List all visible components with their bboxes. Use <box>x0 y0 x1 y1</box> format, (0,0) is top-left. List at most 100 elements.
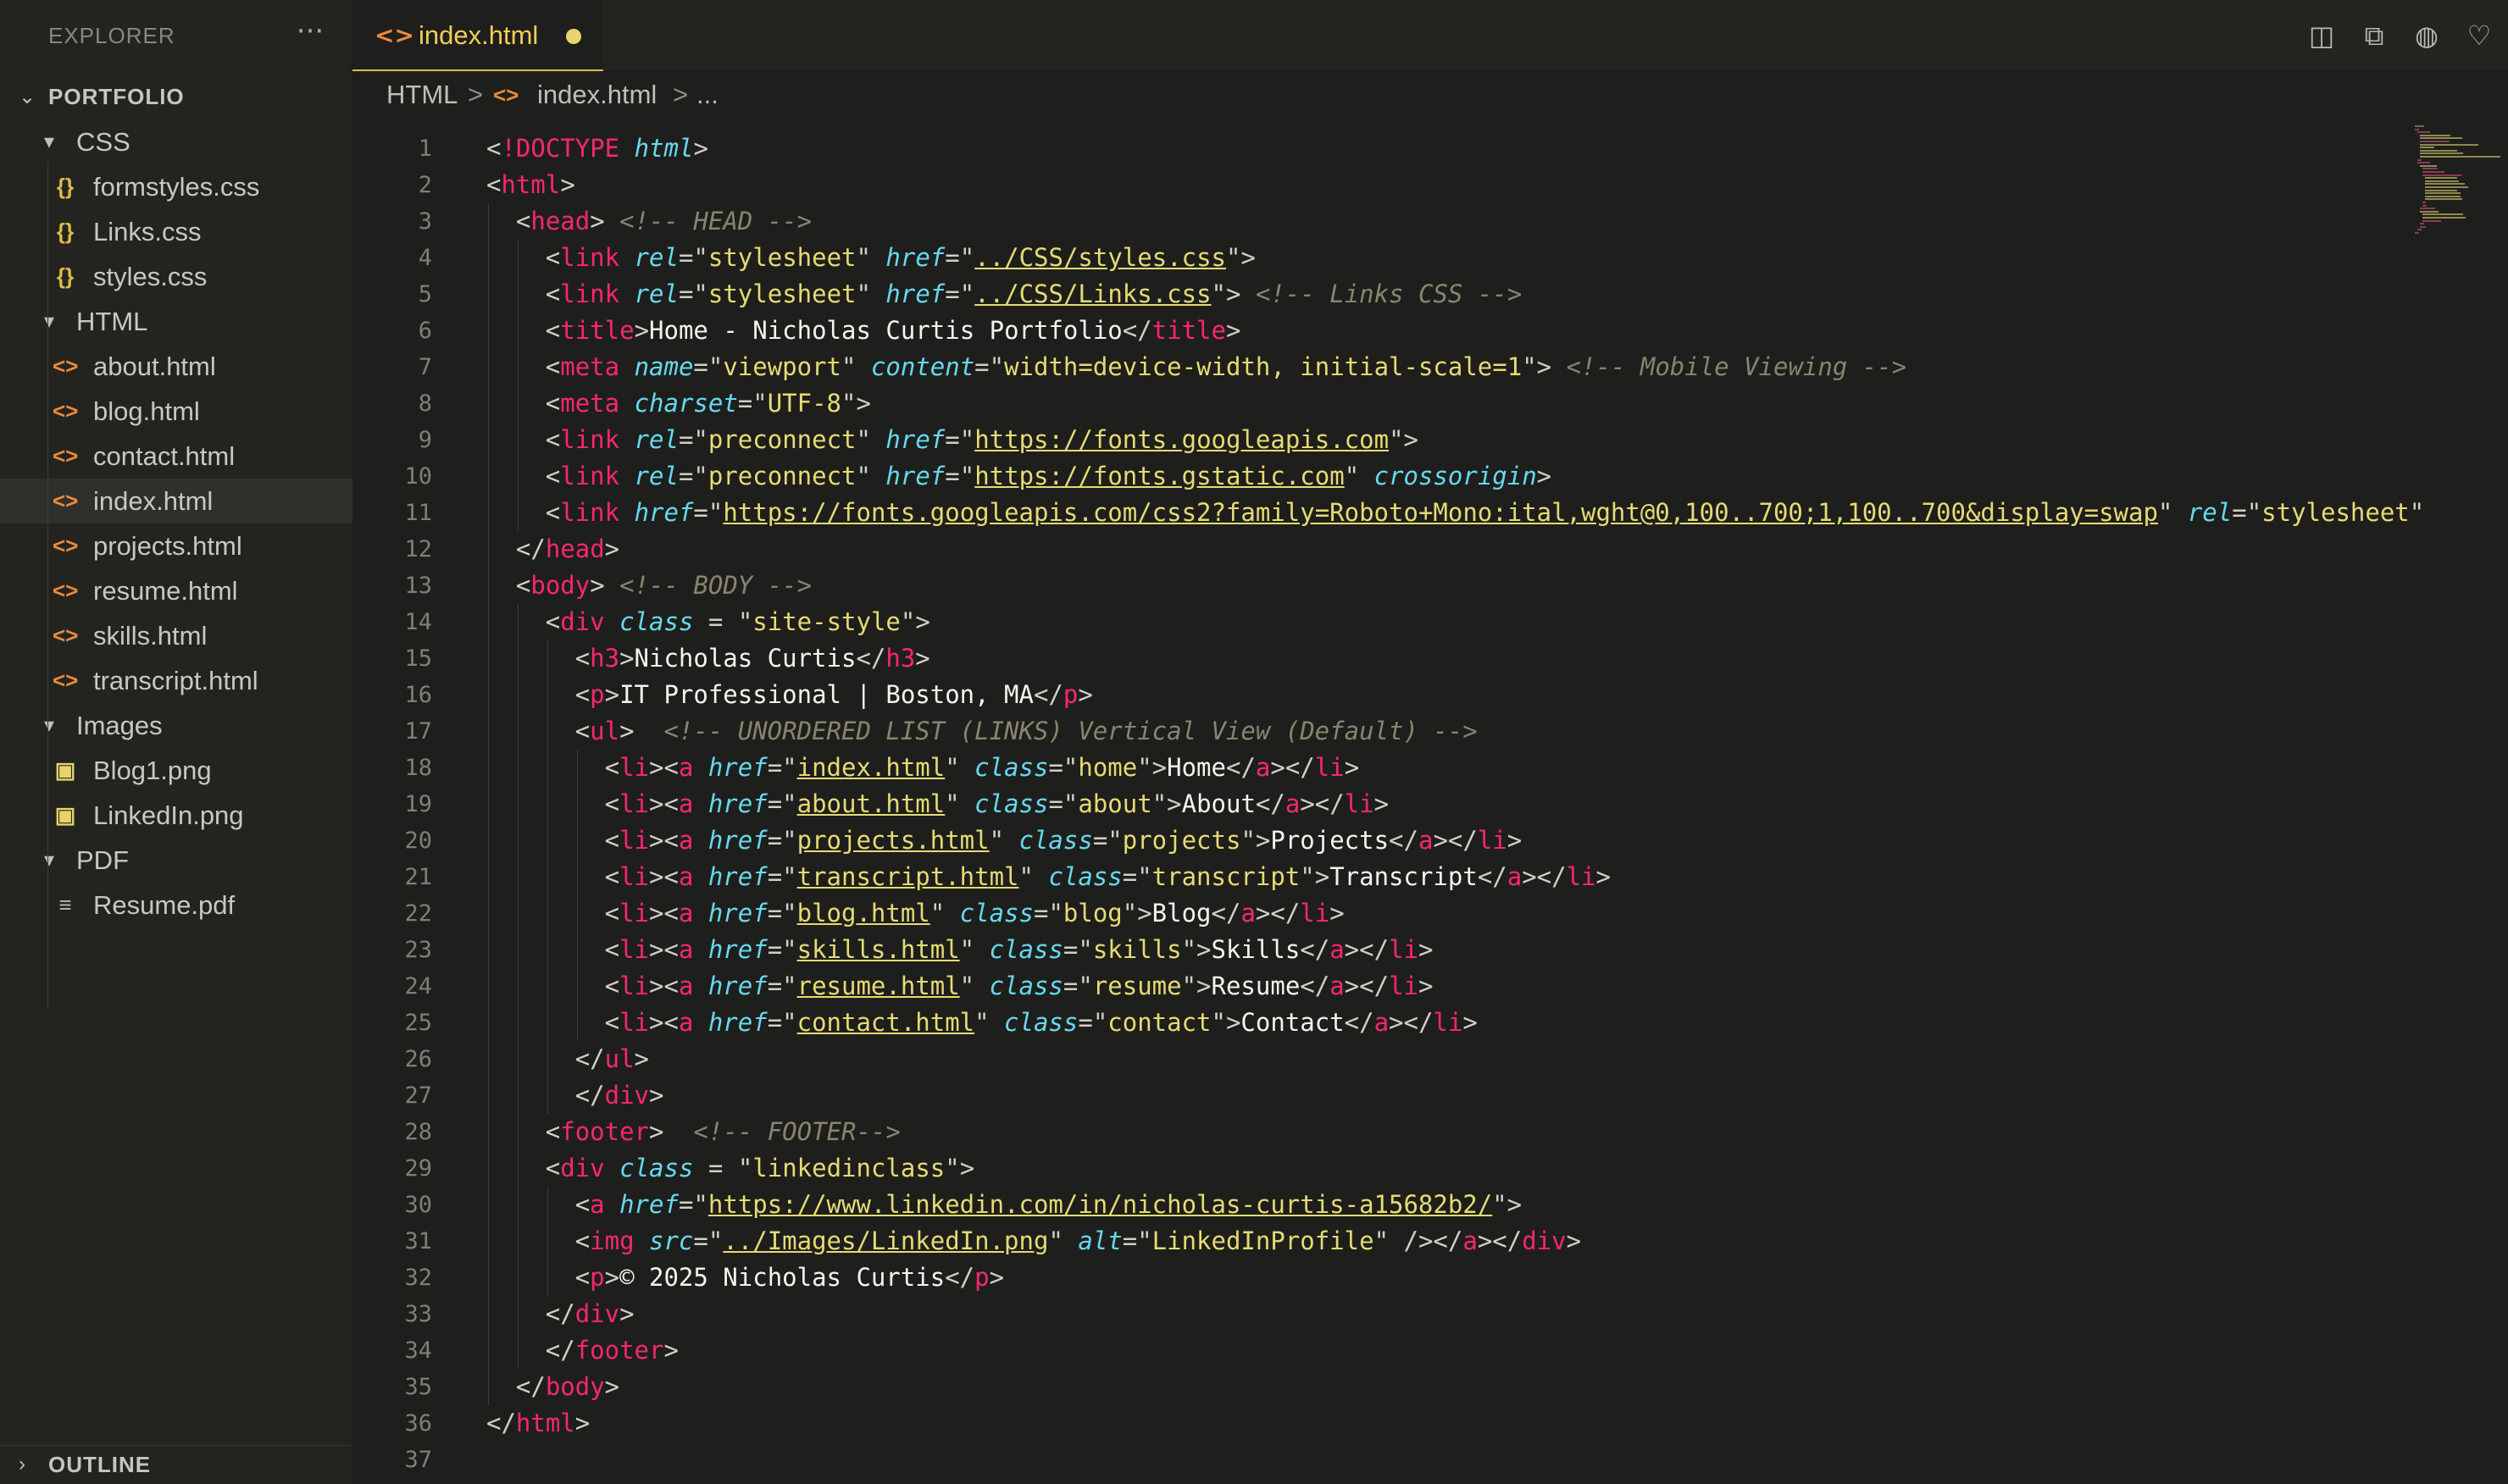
tree-folder[interactable]: ▾ CSS <box>0 119 352 164</box>
code-line[interactable]: <link rel="stylesheet" href="../CSS/Link… <box>546 276 1522 313</box>
outline-section[interactable]: › OUTLINE <box>0 1445 352 1484</box>
tab-index-html[interactable]: <> index.html <box>352 0 603 71</box>
code-line[interactable]: <li><a href="contact.html" class="contac… <box>605 1005 1478 1041</box>
code-line[interactable]: </footer> <box>546 1332 679 1369</box>
code-line[interactable]: <!DOCTYPE html> <box>486 130 708 167</box>
code-line[interactable]: <body> <!-- BODY --> <box>516 568 812 604</box>
split-editor-icon[interactable]: ◫ <box>2305 19 2339 53</box>
code-line[interactable]: <footer> <!-- FOOTER--> <box>546 1114 901 1150</box>
code-line[interactable]: <li><a href="transcript.html" class="tra… <box>605 859 1611 895</box>
tree-label: CSS <box>76 127 130 157</box>
code-token: href <box>885 243 946 272</box>
breadcrumb-folder[interactable]: HTML <box>386 71 458 119</box>
code-token: div <box>560 1154 605 1182</box>
code-token: > <box>663 1336 679 1365</box>
tree-file[interactable]: <> blog.html <box>0 389 352 434</box>
code-line[interactable]: <title>Home - Nicholas Curtis Portfolio<… <box>546 313 1241 349</box>
code-line[interactable]: <ul> <!-- UNORDERED LIST (LINKS) Vertica… <box>575 713 1478 750</box>
tree-file[interactable]: {} formstyles.css <box>0 164 352 209</box>
code-line[interactable]: <p>IT Professional | Boston, MA</p> <box>575 677 1093 713</box>
code-token: width=device-width, initial-scale=1 <box>1004 352 1523 381</box>
minimap-line <box>2420 225 2426 228</box>
code-line[interactable]: <meta charset="UTF-8"> <box>546 385 871 422</box>
tree-file[interactable]: ▣ Blog1.png <box>0 748 352 793</box>
minimap-line <box>2425 183 2465 186</box>
minimap-line <box>2415 232 2420 234</box>
line-number: 32 <box>404 1265 432 1291</box>
tree-folder[interactable]: ▾ PDF <box>0 838 352 883</box>
code-line[interactable]: <link href="https://fonts.googleapis.com… <box>546 495 2424 531</box>
code-line[interactable]: <head> <!-- HEAD --> <box>516 203 812 240</box>
code-line[interactable]: </body> <box>516 1369 619 1405</box>
code-token: </ <box>1300 972 1330 1000</box>
code-editor[interactable]: 1 2 3 4 5 6 7 8 9 10 11 12 13 14 15 16 17 18 19 20 21 22 23 24 2… <box>352 119 2508 1484</box>
tree-file[interactable]: ≡ Resume.pdf <box>0 883 352 928</box>
code-line[interactable]: </div> <box>575 1077 664 1114</box>
tree-file[interactable]: <> projects.html <box>0 523 352 568</box>
code-line[interactable]: <li><a href="projects.html" class="proje… <box>605 822 1523 859</box>
indent-guide <box>488 1223 489 1260</box>
unsaved-dot-icon[interactable] <box>566 29 581 44</box>
tree-file[interactable]: {} styles.css <box>0 254 352 299</box>
code-line[interactable]: <link rel="preconnect" href="https://fon… <box>546 422 1418 458</box>
breadcrumb-symbol[interactable]: ... <box>696 71 719 119</box>
html-file-icon: <> <box>53 578 79 603</box>
tree-root[interactable]: ⌄ PORTFOLIO <box>0 75 352 119</box>
code-line[interactable]: <li><a href="about.html" class="about">A… <box>605 786 1390 822</box>
code-token: link <box>560 462 620 490</box>
code-line[interactable]: <li><a href="resume.html" class="resume"… <box>605 968 1434 1005</box>
code-token: <!-- UNORDERED LIST (LINKS) Vertical Vie… <box>663 717 1478 745</box>
tree-file[interactable]: <> transcript.html <box>0 658 352 703</box>
code-line[interactable]: </div> <box>546 1296 635 1332</box>
code-token: </ <box>486 1409 516 1437</box>
more-actions-icon[interactable]: ··· <box>291 15 329 53</box>
code-line[interactable]: <div class = "linkedinclass"> <box>546 1150 974 1187</box>
globe-icon[interactable]: ◍ <box>2410 19 2444 53</box>
indent-guide <box>517 1114 519 1150</box>
code-line[interactable]: <a href="https://www.linkedin.com/in/nic… <box>575 1187 1522 1223</box>
breadcrumb-file[interactable]: index.html <box>537 71 657 119</box>
code-line[interactable]: </ul> <box>575 1041 649 1077</box>
tree-file[interactable]: <> index.html <box>0 479 352 523</box>
tree-file[interactable]: ▣ LinkedIn.png <box>0 793 352 838</box>
code-line[interactable]: </html> <box>486 1405 590 1442</box>
minimap[interactable] <box>2415 119 2508 254</box>
code-token: a <box>1418 826 1434 855</box>
code-token: >< <box>648 899 679 928</box>
tree-file[interactable]: {} Links.css <box>0 209 352 254</box>
code-line[interactable]: <img src="../Images/LinkedIn.png" alt="L… <box>575 1223 1581 1260</box>
code-token: > <box>619 717 664 745</box>
tree-folder[interactable]: ▾ Images <box>0 703 352 748</box>
code-line[interactable]: <li><a href="index.html" class="home">Ho… <box>605 750 1360 786</box>
tree-file[interactable]: <> about.html <box>0 344 352 389</box>
code-line[interactable]: <li><a href="skills.html" class="skills"… <box>605 932 1434 968</box>
tree-file[interactable]: <> contact.html <box>0 434 352 479</box>
line-number: 7 <box>418 354 432 380</box>
code-token: > <box>590 571 620 600</box>
minimap-line <box>2420 147 2434 149</box>
tree-folder[interactable]: ▾ HTML <box>0 299 352 344</box>
heart-icon[interactable]: ♡ <box>2462 19 2496 53</box>
code-token: =" <box>678 1190 708 1219</box>
code-token: > <box>634 1044 649 1073</box>
code-token: > <box>619 1299 635 1328</box>
code-line[interactable]: <li><a href="blog.html" class="blog">Blo… <box>605 895 1345 932</box>
code-token: preconnect <box>707 462 857 490</box>
code-line[interactable]: <p>© 2025 Nicholas Curtis</p> <box>575 1260 1004 1296</box>
code-line[interactable]: <h3>Nicholas Curtis</h3> <box>575 640 930 677</box>
code-line[interactable]: <html> <box>486 167 575 203</box>
tree-file[interactable]: <> skills.html <box>0 613 352 658</box>
code-line[interactable]: </head> <box>516 531 619 568</box>
code-token: a <box>678 826 694 855</box>
code-line[interactable]: <meta name="viewport" content="width=dev… <box>546 349 1906 385</box>
code-line[interactable]: <link rel="preconnect" href="https://fon… <box>546 458 1551 495</box>
tree-file[interactable]: <> resume.html <box>0 568 352 613</box>
code-line[interactable]: <link rel="stylesheet" href="../CSS/styl… <box>546 240 1256 276</box>
code-token: href <box>707 753 768 782</box>
code-line[interactable]: <div class = "site-style"> <box>546 604 930 640</box>
code-token: > <box>1462 1008 1478 1037</box>
indent-guide <box>517 385 519 422</box>
preview-icon[interactable]: ⧉ <box>2357 19 2391 53</box>
